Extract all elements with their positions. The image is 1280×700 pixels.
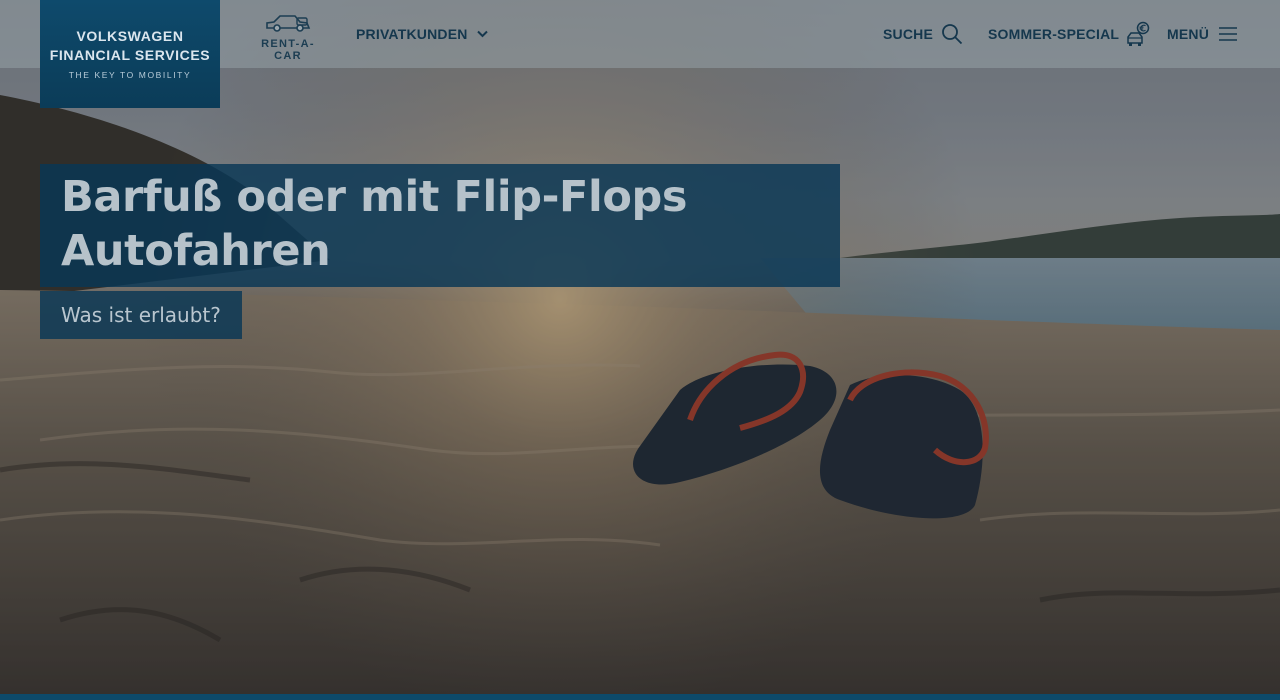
rent-a-car-label: RENT-A-CAR (261, 38, 315, 62)
bottom-bar (0, 694, 1280, 700)
vw-financial-services-logo[interactable]: VOLKSWAGEN FINANCIAL SERVICES THE KEY TO… (40, 0, 220, 108)
hero-headline-line-1: Barfuß oder mit Flip-Flops (61, 172, 688, 222)
car-key-icon (266, 15, 311, 32)
rent-a-car-link[interactable]: RENT-A-CAR (248, 12, 328, 62)
hero-subline: Was ist erlaubt? (61, 303, 221, 327)
menu-button[interactable]: MENÜ (1167, 24, 1238, 44)
logo-tagline: THE KEY TO MOBILITY (68, 70, 192, 80)
sommer-special-link[interactable]: SOMMER-SPECIAL (988, 21, 1150, 46)
hamburger-icon (1219, 27, 1238, 41)
site-header: VOLKSWAGEN FINANCIAL SERVICES THE KEY TO… (0, 0, 1280, 108)
privatkunden-dropdown[interactable]: PRIVATKUNDEN (356, 24, 488, 44)
hero-subline-box: Was ist erlaubt? (40, 291, 242, 339)
hero-headline-line-2: Autofahren (61, 226, 331, 276)
menu-label: MENÜ (1167, 26, 1210, 42)
chevron-down-icon (476, 30, 488, 38)
search-icon (942, 24, 963, 45)
car-euro-icon (1127, 21, 1150, 46)
privatkunden-label: PRIVATKUNDEN (356, 26, 468, 42)
search-button[interactable]: SUCHE (883, 24, 963, 45)
hero-headline-box: Barfuß oder mit Flip-Flops Autofahren (40, 164, 840, 287)
search-label: SUCHE (883, 26, 934, 42)
logo-line-2: FINANCIAL SERVICES (49, 47, 211, 63)
logo-line-1: VOLKSWAGEN (76, 28, 184, 44)
sommer-special-label: SOMMER-SPECIAL (988, 26, 1120, 42)
